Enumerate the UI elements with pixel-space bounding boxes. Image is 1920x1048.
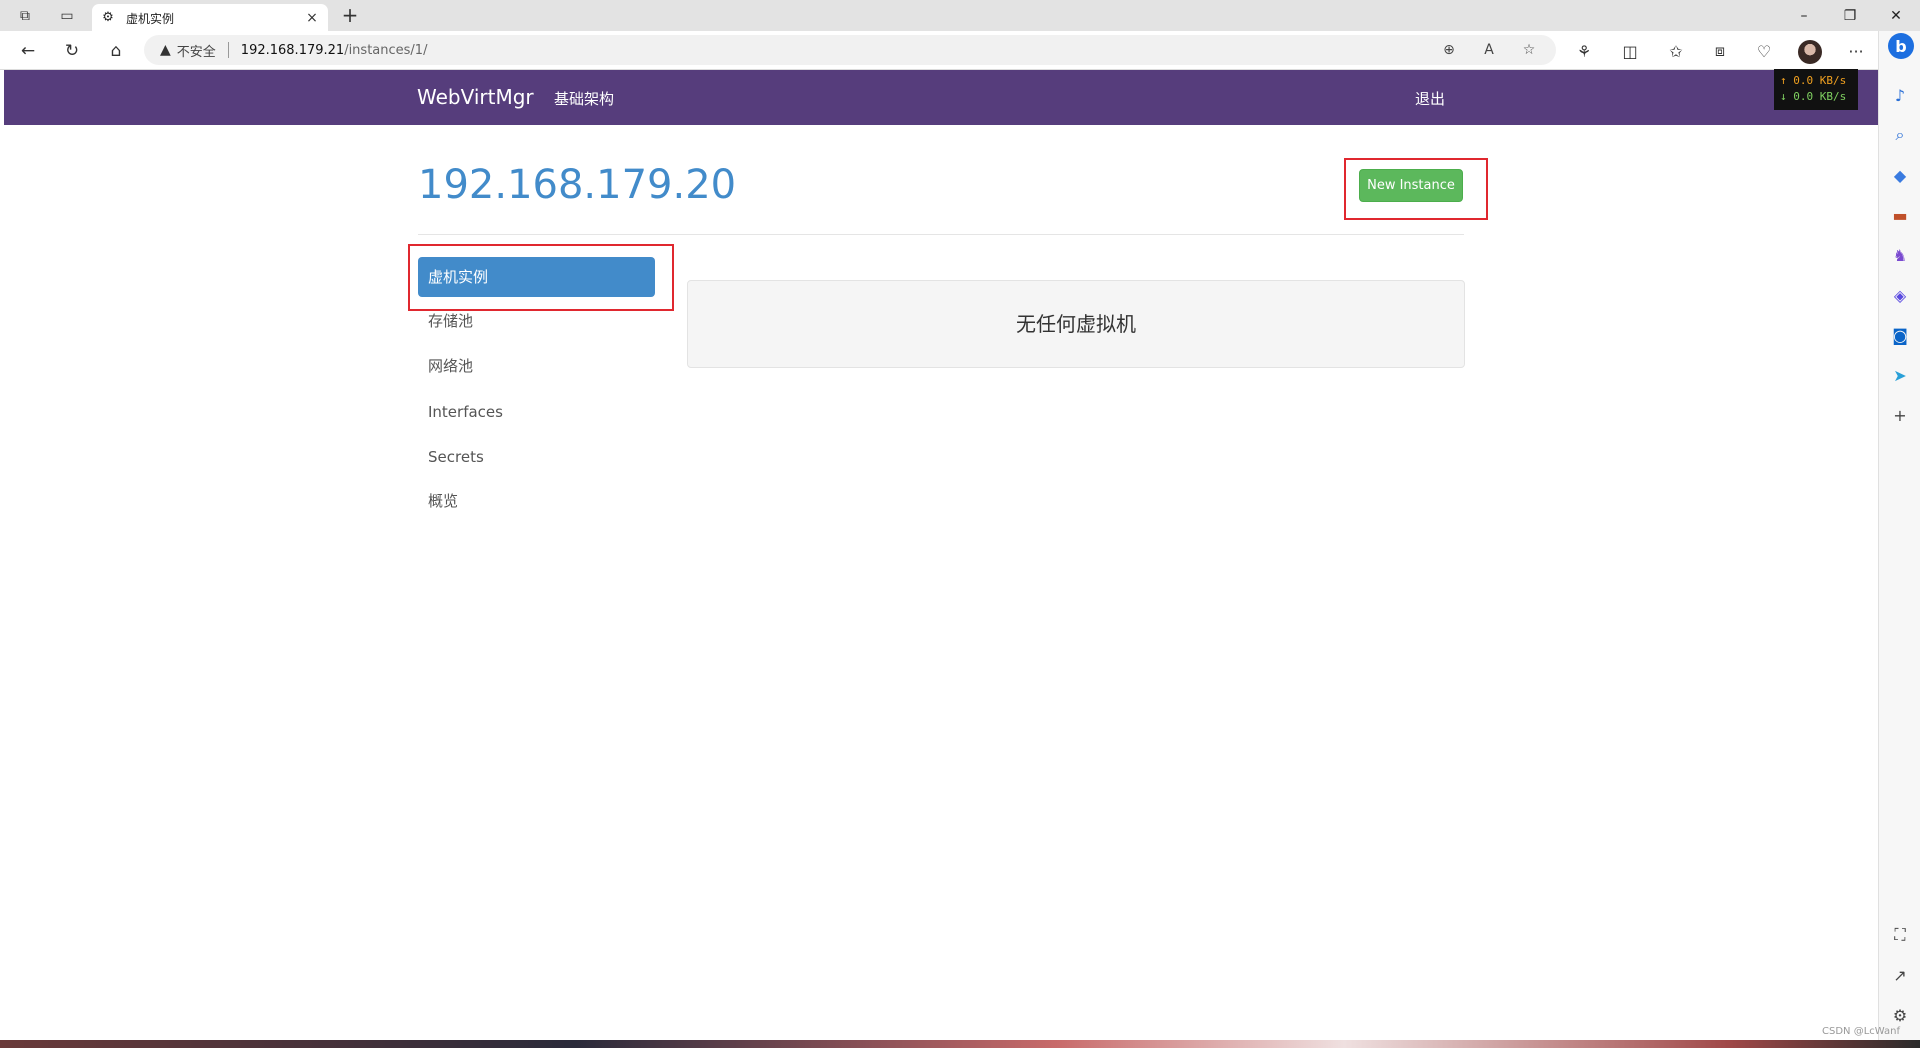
- url-path: /instances/1/: [344, 42, 428, 58]
- tools-toolbox-icon[interactable]: ▬: [1888, 203, 1912, 227]
- shopping-tag-icon[interactable]: ◆: [1888, 163, 1912, 187]
- new-tab-button[interactable]: +: [338, 4, 362, 28]
- download-speed: ↓ 0.0 KB/s: [1780, 90, 1847, 103]
- page-viewport: WebVirtMgr 基础架构 退出 192.168.179.20 New In…: [4, 70, 1878, 1040]
- screenshot-icon[interactable]: ⛶: [1888, 923, 1912, 947]
- restore-button[interactable]: ❐: [1828, 3, 1872, 29]
- network-speed-widget: ↑ 0.0 KB/s ↓ 0.0 KB/s: [1774, 69, 1858, 110]
- workspaces-icon[interactable]: ⧉: [14, 5, 36, 27]
- split-screen-icon[interactable]: ◫: [1616, 37, 1644, 65]
- address-divider: [227, 42, 229, 58]
- refresh-icon[interactable]: ↻: [58, 37, 86, 65]
- bing-copilot-icon[interactable]: b: [1888, 33, 1914, 59]
- taskbar-strip: [0, 1040, 1920, 1048]
- upload-speed: ↑ 0.0 KB/s: [1780, 74, 1847, 87]
- site-navbar: WebVirtMgr 基础架构 退出: [4, 70, 1878, 125]
- back-arrow-icon[interactable]: ←: [14, 37, 42, 65]
- nav-logout-link[interactable]: 退出: [1415, 88, 1445, 109]
- browser-toolbar: ← ↻ ⌂ ▲ 不安全 192.168.179.21 /instances/1/…: [0, 31, 1920, 70]
- games-icon[interactable]: ♞: [1888, 243, 1912, 267]
- site-favicon-icon: ⚙: [102, 10, 114, 25]
- notification-bell-icon[interactable]: ♪: [1888, 83, 1912, 107]
- browser-tab-strip: ⧉ ▭ ⚙ 虚机实例 × + – ❐ ✕: [0, 0, 1920, 32]
- outlook-icon[interactable]: ◙: [1888, 323, 1912, 347]
- favorite-star-icon[interactable]: ☆: [1516, 35, 1542, 65]
- highlight-box-instances: [408, 244, 674, 311]
- favorites-icon[interactable]: ✩: [1662, 37, 1690, 65]
- sidebar-item-overview[interactable]: 概览: [418, 481, 655, 521]
- tab-actions-icon[interactable]: ▭: [56, 5, 78, 27]
- drop-send-icon[interactable]: ➤: [1888, 363, 1912, 387]
- add-sidebar-app-icon[interactable]: +: [1888, 403, 1912, 427]
- browser-essentials-icon[interactable]: ♡: [1750, 37, 1778, 65]
- open-external-icon[interactable]: ↗: [1888, 963, 1912, 987]
- zoom-icon[interactable]: ⊕: [1436, 35, 1462, 65]
- browser-tab-active[interactable]: ⚙ 虚机实例 ×: [92, 4, 328, 32]
- nav-infrastructure-link[interactable]: 基础架构: [554, 88, 614, 109]
- sidebar-item-network[interactable]: 网络池: [418, 346, 655, 386]
- minimize-button[interactable]: –: [1782, 3, 1826, 29]
- tab-title: 虚机实例: [126, 11, 175, 26]
- extensions-icon[interactable]: ⚘: [1570, 37, 1598, 65]
- sidebar-item-secrets[interactable]: Secrets: [418, 437, 655, 477]
- empty-instances-message: 无任何虚拟机: [687, 280, 1465, 368]
- read-aloud-icon[interactable]: A: [1476, 35, 1502, 65]
- search-icon[interactable]: ⌕: [1888, 123, 1912, 147]
- tab-close-icon[interactable]: ×: [304, 10, 320, 26]
- microsoft-365-icon[interactable]: ◈: [1888, 283, 1912, 307]
- profile-avatar[interactable]: [1798, 40, 1822, 64]
- more-menu-icon[interactable]: ···: [1842, 37, 1870, 65]
- address-bar[interactable]: ▲ 不安全 192.168.179.21 /instances/1/ ⊕ A ☆: [144, 35, 1556, 65]
- home-icon[interactable]: ⌂: [102, 37, 130, 65]
- sidebar-item-interfaces[interactable]: Interfaces: [418, 392, 655, 432]
- brand-link[interactable]: WebVirtMgr: [417, 85, 534, 109]
- close-window-button[interactable]: ✕: [1874, 3, 1918, 29]
- settings-gear-icon[interactable]: ⚙: [1888, 1003, 1912, 1027]
- highlight-box-new-instance: [1344, 158, 1488, 220]
- watermark: CSDN @LcWanf: [1822, 1026, 1900, 1037]
- url-host: 192.168.179.21: [240, 42, 345, 58]
- collections-icon[interactable]: ⧈: [1706, 37, 1734, 65]
- page-title: 192.168.179.20: [418, 162, 737, 208]
- security-label[interactable]: 不安全: [177, 41, 216, 60]
- edge-sidebar: b ♪ ⌕ ◆ ▬ ♞ ◈ ◙ ➤ + ⛶ ↗ ⚙: [1878, 31, 1920, 1048]
- warning-icon[interactable]: ▲: [160, 42, 171, 58]
